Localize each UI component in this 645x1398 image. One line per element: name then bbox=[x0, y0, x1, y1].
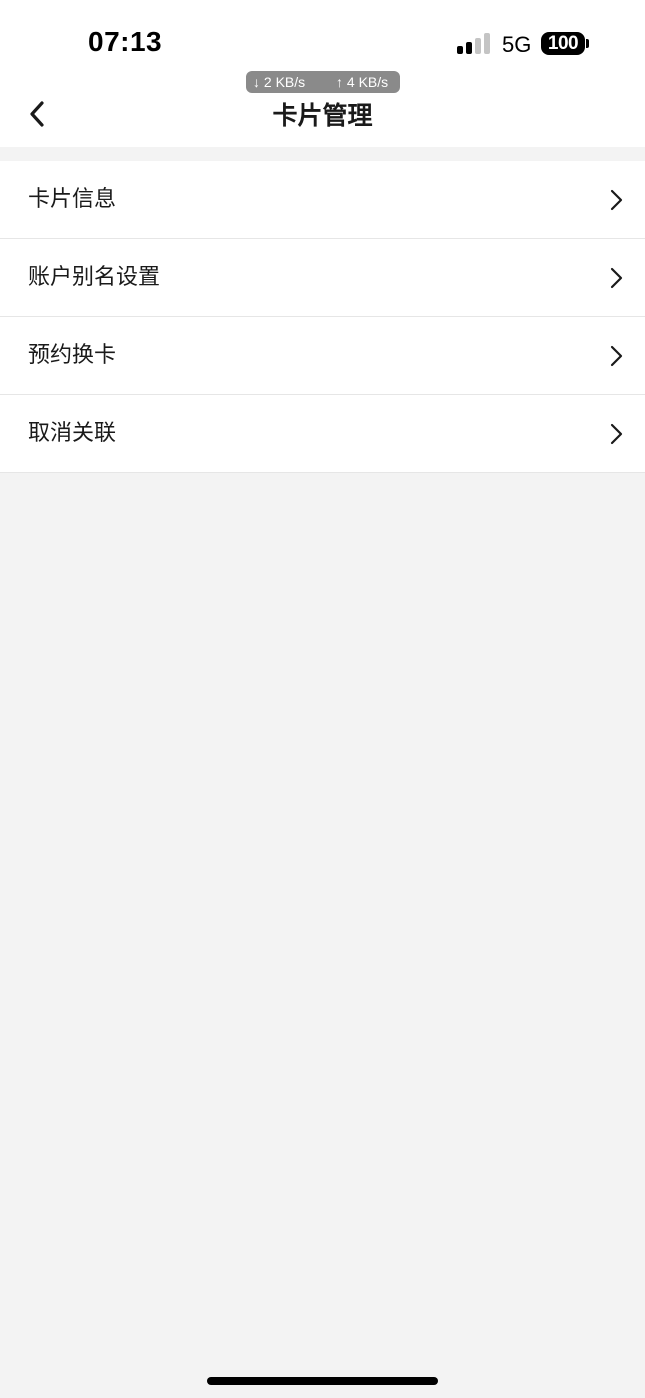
battery-level: 100 bbox=[547, 33, 579, 54]
menu-item-card-replacement[interactable]: 预约换卡 bbox=[0, 317, 645, 395]
chevron-right-icon bbox=[610, 189, 623, 211]
menu-item-card-info[interactable]: 卡片信息 bbox=[0, 161, 645, 239]
top-bar: 07:13 5G 100 ↓ 2 KB/s ↑ 4 KB/s 卡片管理 bbox=[0, 0, 645, 147]
chevron-right-icon bbox=[610, 345, 623, 367]
signal-bar-3 bbox=[475, 38, 481, 54]
chevron-right-icon bbox=[610, 267, 623, 289]
menu-item-label: 取消关联 bbox=[28, 421, 117, 446]
download-speed: ↓ 2 KB/s bbox=[253, 74, 306, 90]
menu-item-label: 账户别名设置 bbox=[28, 265, 161, 290]
status-time: 07:13 bbox=[88, 26, 163, 57]
card-management-menu: 卡片信息 账户别名设置 预约换卡 取消关联 bbox=[0, 161, 645, 473]
menu-item-label: 卡片信息 bbox=[28, 187, 117, 212]
menu-item-account-alias[interactable]: 账户别名设置 bbox=[0, 239, 645, 317]
network-speed-badge: ↓ 2 KB/s ↑ 4 KB/s bbox=[246, 71, 400, 93]
network-type: 5G bbox=[502, 32, 532, 57]
upload-speed: ↑ 4 KB/s bbox=[336, 74, 389, 90]
chevron-right-icon bbox=[610, 423, 623, 445]
menu-item-label: 预约换卡 bbox=[28, 343, 117, 368]
menu-item-unlink[interactable]: 取消关联 bbox=[0, 395, 645, 473]
battery-icon: 100 bbox=[541, 32, 585, 55]
signal-bar-1 bbox=[457, 46, 463, 54]
signal-bar-2 bbox=[466, 42, 472, 54]
battery-tip bbox=[586, 39, 589, 48]
signal-bar-4 bbox=[484, 33, 490, 54]
home-indicator[interactable] bbox=[207, 1377, 438, 1385]
signal-strength-icon bbox=[457, 33, 491, 54]
page-title: 卡片管理 bbox=[272, 101, 373, 130]
